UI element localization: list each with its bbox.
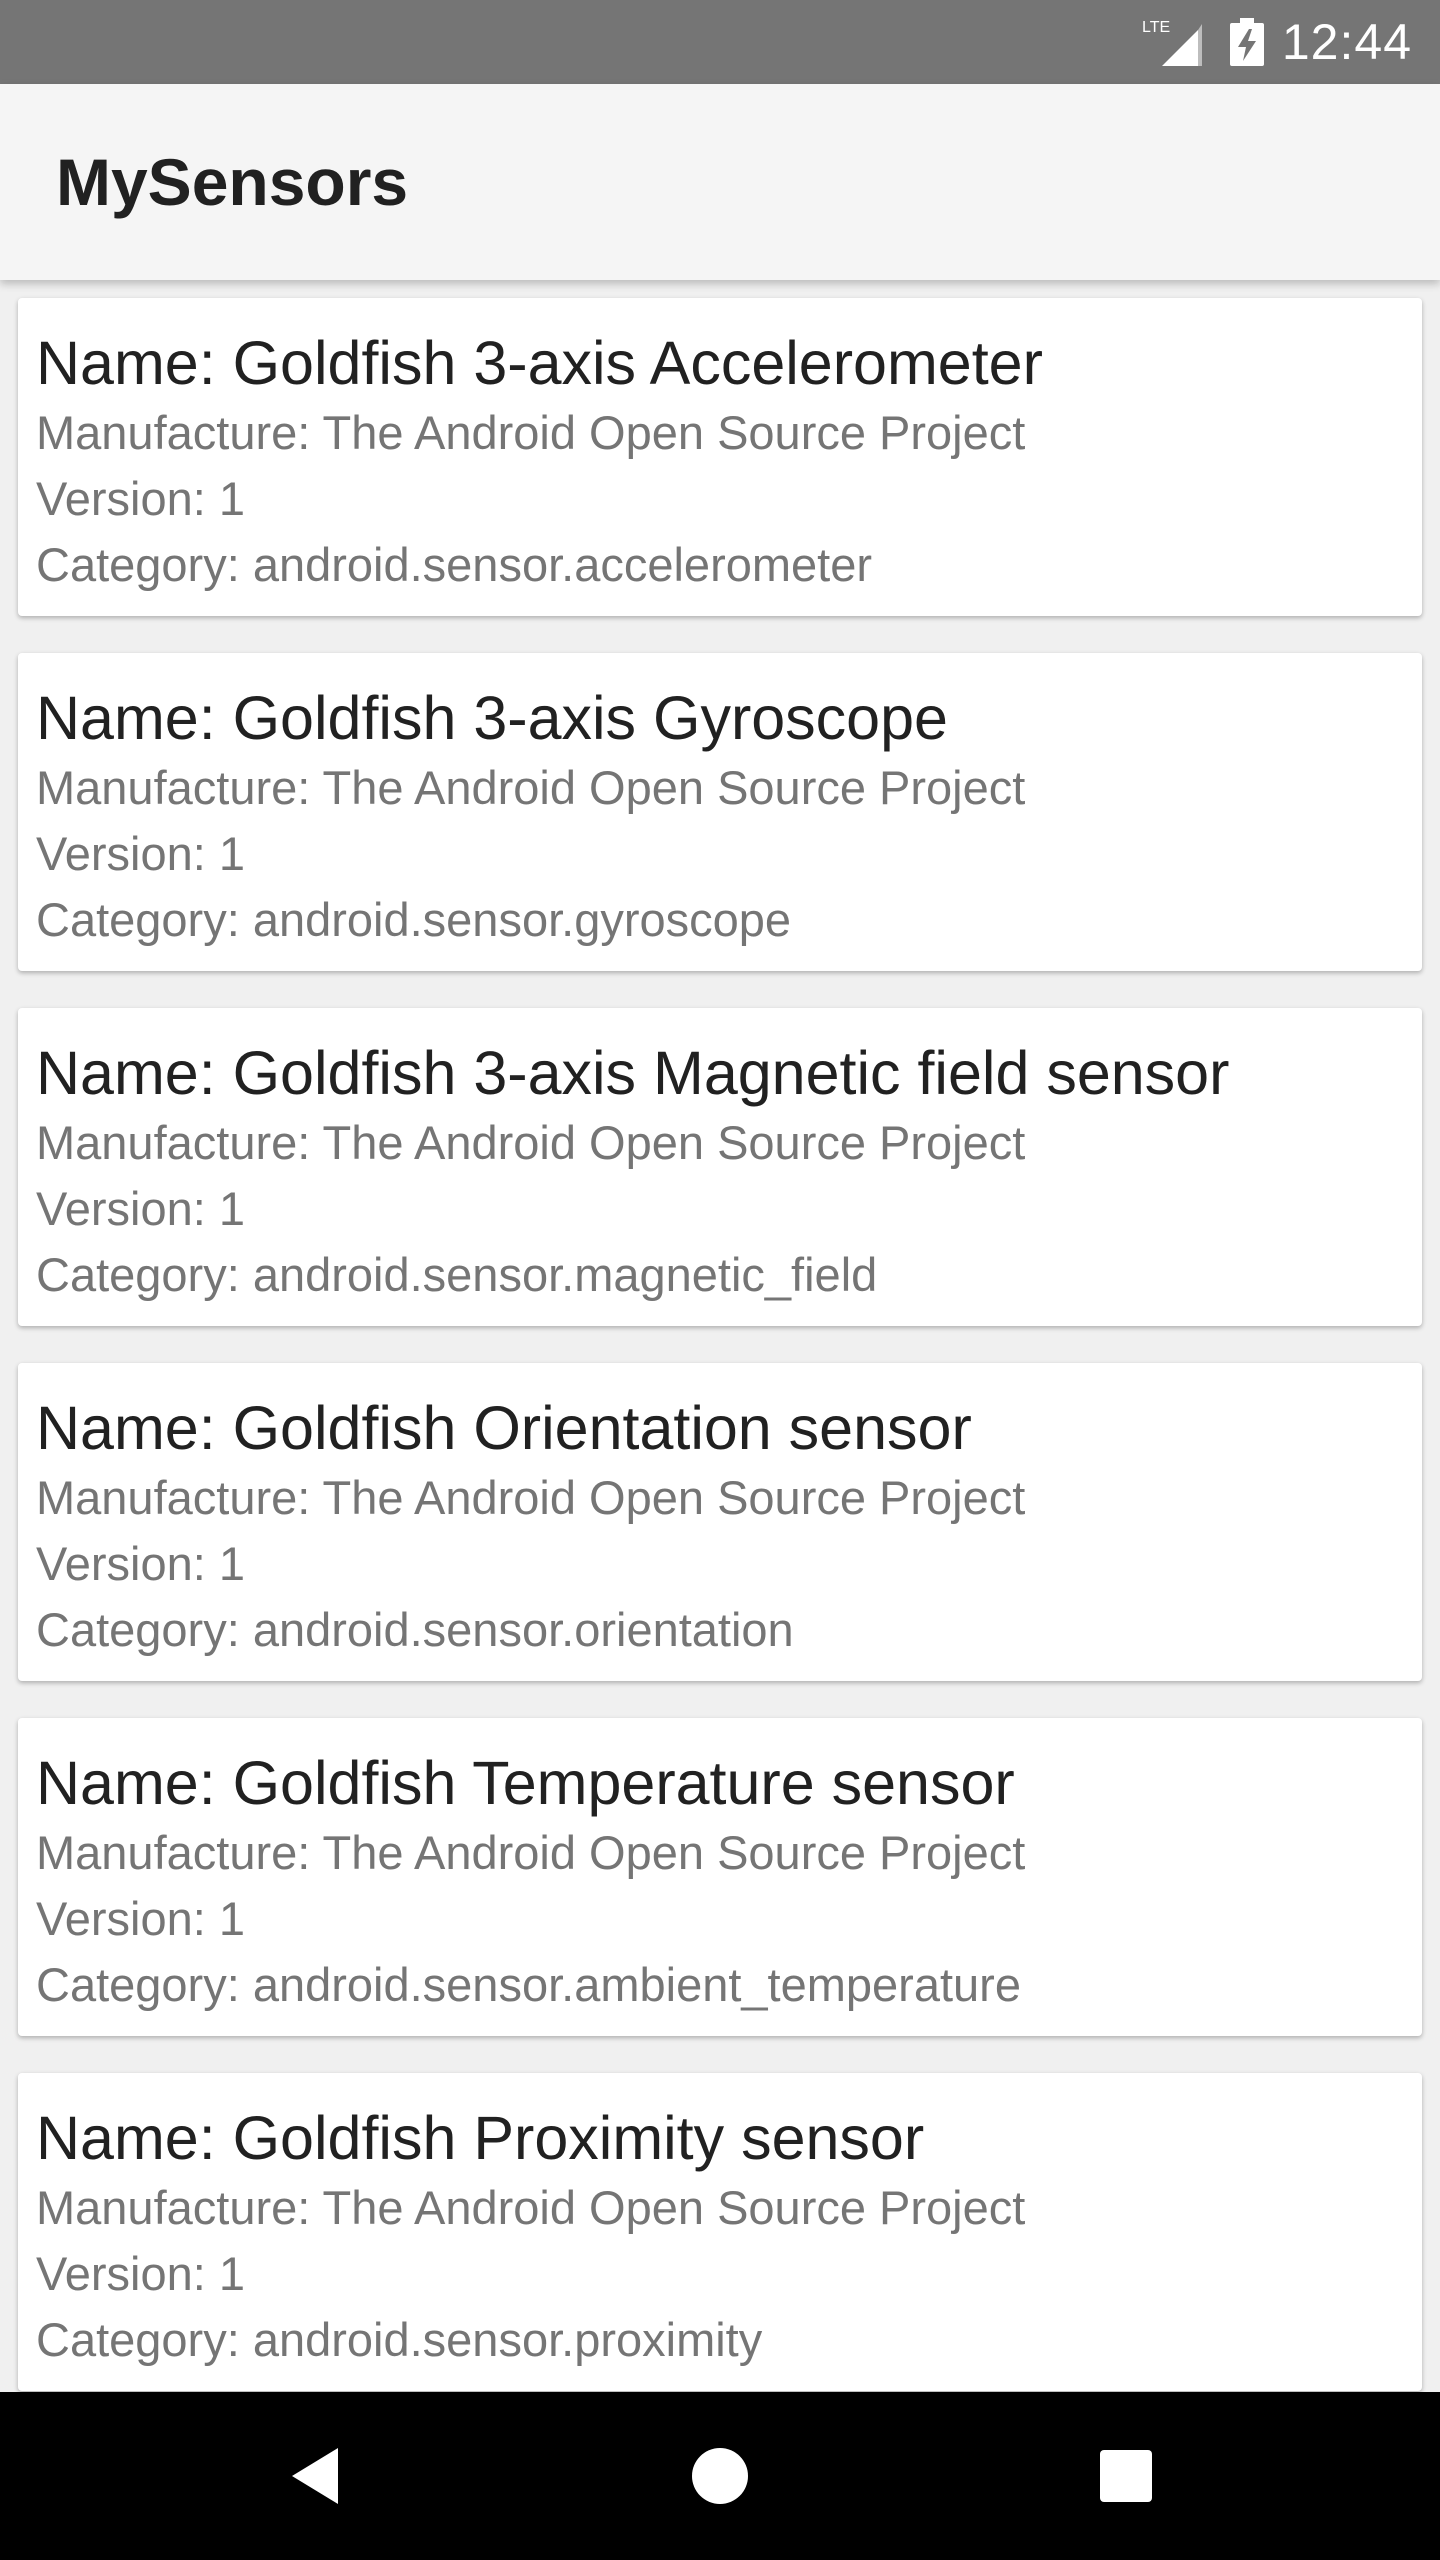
- recents-icon: [1100, 2450, 1152, 2502]
- sensor-manufacture: Manufacture: The Android Open Source Pro…: [36, 761, 1026, 814]
- sensor-card[interactable]: Name: Goldfish 3-axis Accelerometer Manu…: [18, 298, 1422, 616]
- sensor-version: Version: 1: [36, 1892, 246, 1945]
- sensor-version: Version: 1: [36, 2247, 246, 2300]
- back-button[interactable]: [232, 2392, 400, 2560]
- back-icon: [292, 2448, 338, 2504]
- sensor-card[interactable]: Name: Goldfish Temperature sensor Manufa…: [18, 1718, 1422, 2036]
- sensor-name: Name: Goldfish 3-axis Accelerometer: [36, 329, 1043, 397]
- status-bar: LTE 12:44: [0, 0, 1440, 84]
- sensor-name: Name: Goldfish Proximity sensor: [36, 2104, 925, 2172]
- navigation-bar: [0, 2392, 1440, 2560]
- sensor-category: Category: android.sensor.accelerometer: [36, 538, 872, 591]
- sensor-category: Category: android.sensor.magnetic_field: [36, 1248, 878, 1301]
- sensor-version: Version: 1: [36, 1537, 246, 1590]
- app-title: MySensors: [56, 145, 409, 219]
- battery-charging-icon: [1230, 18, 1264, 66]
- sensor-name: Name: Goldfish 3-axis Gyroscope: [36, 684, 948, 752]
- sensor-manufacture: Manufacture: The Android Open Source Pro…: [36, 406, 1026, 459]
- sensor-name: Name: Goldfish Temperature sensor: [36, 1749, 1015, 1817]
- sensor-manufacture: Manufacture: The Android Open Source Pro…: [36, 1471, 1026, 1524]
- sensor-card[interactable]: Name: Goldfish 3-axis Magnetic field sen…: [18, 1008, 1422, 1326]
- app-bar: MySensors: [0, 84, 1440, 280]
- home-button[interactable]: [636, 2392, 804, 2560]
- sensor-name: Name: Goldfish Orientation sensor: [36, 1394, 972, 1462]
- clock: 12:44: [1281, 14, 1412, 70]
- home-icon: [692, 2448, 748, 2504]
- sensor-card[interactable]: Name: Goldfish Proximity sensor Manufact…: [18, 2073, 1422, 2391]
- sensor-card[interactable]: Name: Goldfish 3-axis Gyroscope Manufact…: [18, 653, 1422, 971]
- sensor-list[interactable]: Name: Goldfish 3-axis Accelerometer Manu…: [0, 280, 1440, 2392]
- sensor-manufacture: Manufacture: The Android Open Source Pro…: [36, 1116, 1026, 1169]
- sensor-version: Version: 1: [36, 472, 246, 525]
- sensor-category: Category: android.sensor.proximity: [36, 2313, 763, 2366]
- sensor-version: Version: 1: [36, 827, 246, 880]
- sensor-category: Category: android.sensor.gyroscope: [36, 893, 792, 946]
- lte-signal-icon: LTE: [1142, 19, 1202, 66]
- sensor-category: Category: android.sensor.ambient_tempera…: [36, 1958, 1021, 2011]
- sensor-category: Category: android.sensor.orientation: [36, 1603, 794, 1656]
- sensor-name: Name: Goldfish 3-axis Magnetic field sen…: [36, 1039, 1230, 1107]
- sensor-manufacture: Manufacture: The Android Open Source Pro…: [36, 2181, 1026, 2234]
- network-type-label: LTE: [1142, 19, 1170, 36]
- recents-button[interactable]: [1042, 2392, 1210, 2560]
- sensor-manufacture: Manufacture: The Android Open Source Pro…: [36, 1826, 1026, 1879]
- sensor-version: Version: 1: [36, 1182, 246, 1235]
- sensor-card[interactable]: Name: Goldfish Orientation sensor Manufa…: [18, 1363, 1422, 1681]
